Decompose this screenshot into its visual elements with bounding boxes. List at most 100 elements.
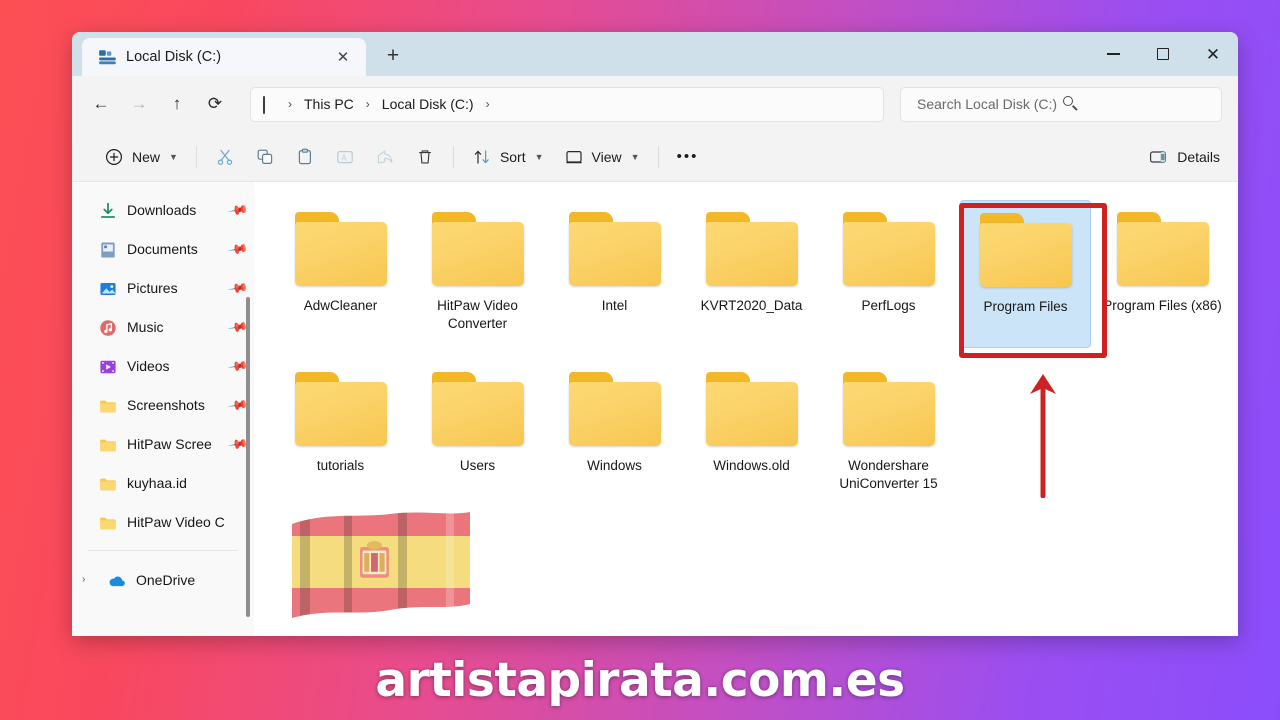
details-pane-button[interactable]: Details — [1148, 140, 1220, 174]
file-explorer-window: Local Disk (C:) ✕ + ✕ ← → ↑ ⟳ › This PC — [72, 32, 1238, 636]
sidebar-item-kuyhaa-id[interactable]: kuyhaa.id — [72, 463, 254, 502]
explorer-body: Downloads 📌 Documents 📌 Pictures 📌 — [72, 182, 1238, 636]
close-tab-button[interactable]: ✕ — [330, 44, 356, 70]
sort-icon — [472, 147, 492, 167]
delete-icon — [415, 147, 435, 167]
breadcrumb-local-disk[interactable]: Local Disk (C:) — [375, 93, 481, 115]
folder-item-tutorials[interactable]: tutorials — [272, 354, 409, 514]
sidebar-item-label: Music — [127, 319, 219, 335]
folder-icon — [430, 372, 526, 448]
folder-item-program-files[interactable]: Program Files — [957, 194, 1094, 354]
chevron-down-icon: ▼ — [169, 152, 178, 162]
divider — [196, 146, 197, 168]
folder-icon — [98, 396, 116, 414]
folder-label: Wondershare UniConverter 15 — [826, 457, 951, 493]
ellipsis-icon: ••• — [677, 148, 699, 165]
new-tab-button[interactable]: + — [376, 39, 410, 73]
folder-icon — [704, 372, 800, 448]
folder-item-wondershare-uniconverter-15[interactable]: Wondershare UniConverter 15 — [820, 354, 957, 514]
folder-label: Program Files (x86) — [1100, 297, 1225, 315]
pin-icon[interactable]: 📌 — [227, 394, 248, 415]
folder-item-users[interactable]: Users — [409, 354, 546, 514]
folder-icon — [98, 474, 116, 492]
folder-item-intel[interactable]: Intel — [546, 194, 683, 354]
folder-icon — [704, 212, 800, 288]
explorer-tab[interactable]: Local Disk (C:) ✕ — [82, 38, 366, 76]
rename-button[interactable]: A — [325, 140, 365, 174]
sidebar-item-label: Pictures — [127, 280, 219, 296]
sort-button[interactable]: Sort ▼ — [462, 140, 554, 174]
svg-text:A: A — [341, 153, 347, 162]
folder-icon — [841, 212, 937, 288]
sidebar-item-hitpaw-video-converter[interactable]: HitPaw Video C — [72, 502, 254, 541]
sidebar-divider — [88, 550, 238, 551]
sidebar-item-label: HitPaw Video C — [127, 514, 244, 530]
more-options-button[interactable]: ••• — [667, 140, 709, 174]
search-input[interactable]: Search Local Disk (C:) — [917, 96, 1063, 112]
view-label: View — [592, 149, 622, 165]
divider — [453, 146, 454, 168]
details-pane-icon — [1148, 147, 1168, 167]
pin-icon[interactable]: 📌 — [227, 199, 248, 220]
minimize-button[interactable] — [1088, 32, 1138, 76]
details-label: Details — [1177, 149, 1220, 165]
sidebar-item-label: Downloads — [127, 202, 219, 218]
folder-item-windows-old[interactable]: Windows.old — [683, 354, 820, 514]
pin-icon[interactable]: 📌 — [227, 238, 248, 259]
folder-item-adwcleaner[interactable]: AdwCleaner — [272, 194, 409, 354]
pin-icon[interactable]: 📌 — [227, 316, 248, 337]
view-icon — [564, 147, 584, 167]
page-background: Local Disk (C:) ✕ + ✕ ← → ↑ ⟳ › This PC — [0, 0, 1280, 720]
chevron-right-icon[interactable]: › — [82, 574, 96, 585]
title-bar: Local Disk (C:) ✕ + ✕ — [72, 32, 1238, 76]
folder-icon — [841, 372, 937, 448]
sidebar-item-downloads[interactable]: Downloads 📌 — [72, 190, 254, 229]
delete-button[interactable] — [405, 140, 445, 174]
folder-item-kvrt2020-data[interactable]: KVRT2020_Data — [683, 194, 820, 354]
search-box[interactable]: Search Local Disk (C:) — [900, 87, 1222, 122]
this-pc-icon — [263, 97, 280, 112]
pin-icon[interactable]: 📌 — [227, 277, 248, 298]
folder-item-windows[interactable]: Windows — [546, 354, 683, 514]
folder-icon — [1115, 212, 1211, 288]
copy-button[interactable] — [245, 140, 285, 174]
folder-label: AdwCleaner — [278, 297, 403, 315]
new-button[interactable]: New ▼ — [94, 140, 188, 174]
breadcrumb-this-pc[interactable]: This PC — [297, 93, 361, 115]
window-controls: ✕ — [1088, 32, 1238, 76]
view-button[interactable]: View ▼ — [554, 140, 650, 174]
plus-circle-icon — [104, 147, 124, 167]
address-bar[interactable]: › This PC › Local Disk (C:) › — [250, 87, 884, 122]
folder-label: PerfLogs — [826, 297, 951, 315]
sidebar-item-pictures[interactable]: Pictures 📌 — [72, 268, 254, 307]
breadcrumb-separator: › — [286, 97, 294, 111]
sidebar-item-hitpaw-screen[interactable]: HitPaw Scree 📌 — [72, 424, 254, 463]
close-window-button[interactable]: ✕ — [1188, 32, 1238, 76]
sidebar-item-videos[interactable]: Videos 📌 — [72, 346, 254, 385]
folder-icon — [567, 372, 663, 448]
downloads-icon — [98, 201, 116, 219]
refresh-button[interactable]: ⟳ — [198, 87, 232, 121]
breadcrumb-separator-trailing[interactable]: › — [484, 97, 492, 111]
share-button[interactable] — [365, 140, 405, 174]
cut-icon — [215, 147, 235, 167]
pin-icon[interactable]: 📌 — [227, 355, 248, 376]
cut-button[interactable] — [205, 140, 245, 174]
folder-item-hitpaw-video-converter[interactable]: HitPaw Video Converter — [409, 194, 546, 354]
paste-icon — [295, 147, 315, 167]
folder-label: Windows — [552, 457, 677, 475]
folder-item-perflogs[interactable]: PerfLogs — [820, 194, 957, 354]
back-button[interactable]: ← — [84, 87, 118, 121]
sidebar-item-screenshots[interactable]: Screenshots 📌 — [72, 385, 254, 424]
sidebar-item-music[interactable]: Music 📌 — [72, 307, 254, 346]
site-watermark: artistapirata.com.es — [0, 653, 1280, 708]
pin-icon[interactable]: 📌 — [227, 433, 248, 454]
paste-button[interactable] — [285, 140, 325, 174]
maximize-button[interactable] — [1138, 32, 1188, 76]
new-label: New — [132, 149, 160, 165]
sidebar-item-documents[interactable]: Documents 📌 — [72, 229, 254, 268]
sidebar-scrollbar[interactable] — [246, 297, 250, 617]
sidebar-item-onedrive[interactable]: › OneDrive — [72, 560, 254, 599]
up-button[interactable]: ↑ — [160, 87, 194, 121]
folder-item-program-files-x86[interactable]: Program Files (x86) — [1094, 194, 1231, 354]
